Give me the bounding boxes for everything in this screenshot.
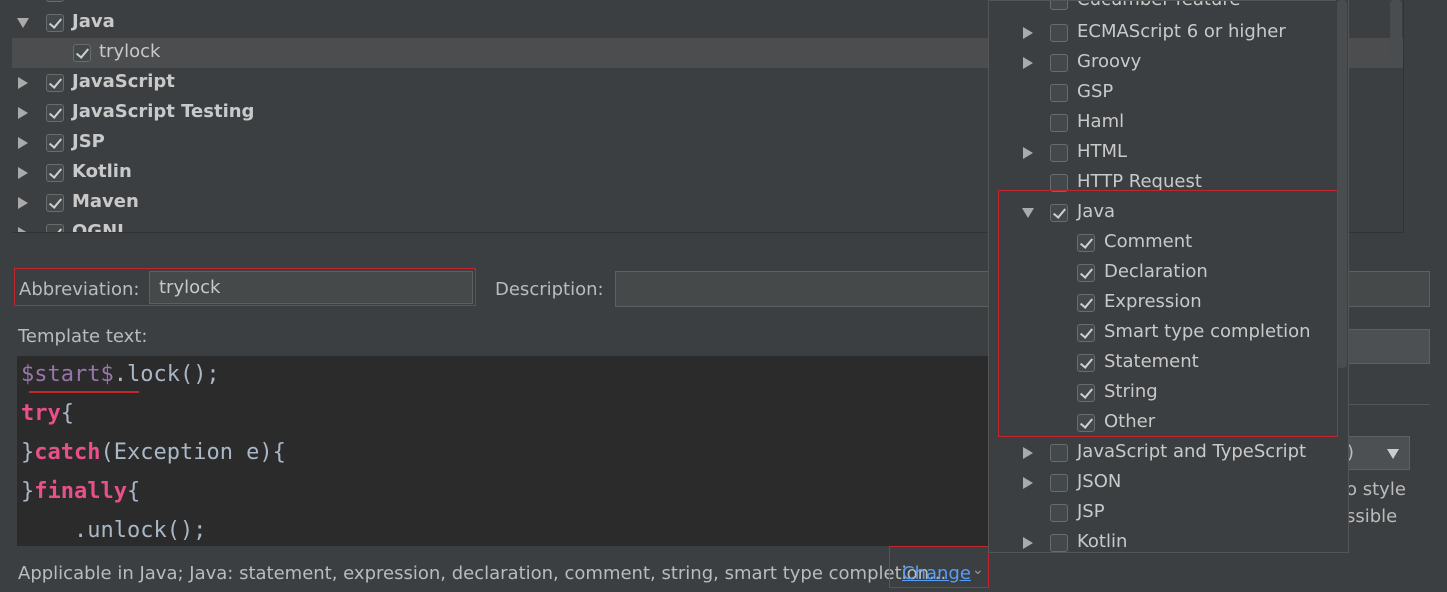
code-line: }catch(Exception e){ — [21, 440, 286, 465]
popup-scrollbar-thumb[interactable] — [1337, 0, 1347, 368]
edit-variables-button[interactable] — [1348, 329, 1430, 364]
expand-arrow-icon[interactable] — [1023, 477, 1033, 489]
abbreviation-input[interactable]: trylock — [149, 271, 473, 304]
context-item[interactable]: JavaScript and TypeScript — [989, 438, 1334, 468]
code-text: } — [21, 440, 35, 465]
context-item[interactable]: HTML — [989, 138, 1334, 168]
checkbox-icon[interactable] — [1050, 474, 1068, 492]
context-label: Cucumber feature — [1077, 1, 1240, 10]
checkbox-icon[interactable] — [1050, 504, 1068, 522]
template-text-editor[interactable]: $start$.lock(); try{ }catch(Exception e)… — [17, 356, 992, 546]
context-item[interactable]: Cucumber feature — [989, 1, 1334, 16]
code-line: .unlock(); — [21, 518, 206, 543]
tree-row-label: JSP — [72, 131, 105, 152]
abbreviation-label: Abbreviation: — [19, 279, 140, 300]
checkbox-icon[interactable] — [1050, 1, 1068, 10]
expand-arrow-icon[interactable] — [18, 197, 28, 209]
expand-arrow-icon[interactable] — [1023, 447, 1033, 459]
expand-arrow-icon[interactable] — [1023, 27, 1033, 39]
checkbox-icon[interactable] — [1050, 84, 1068, 102]
expand-arrow-icon[interactable] — [18, 137, 28, 149]
error-underline — [29, 391, 139, 393]
code-text: .unlock(); — [21, 518, 207, 543]
checkbox-icon[interactable] — [1050, 54, 1068, 72]
code-text: } — [21, 479, 35, 504]
code-line: }finally{ — [21, 479, 140, 504]
checkbox-icon[interactable] — [1050, 534, 1068, 552]
context-label: JSP — [1077, 501, 1105, 522]
code-line: try{ — [21, 401, 74, 426]
context-label: JavaScript and TypeScript — [1077, 441, 1307, 462]
context-item[interactable]: ECMAScript 6 or higher — [989, 18, 1334, 48]
code-keyword: try — [21, 401, 61, 426]
checkbox-icon[interactable] — [46, 224, 64, 232]
checkbox-icon[interactable] — [46, 0, 64, 2]
checkbox-icon[interactable] — [46, 14, 64, 32]
java-context-highlight — [998, 190, 1338, 437]
expand-arrow-icon[interactable] — [1023, 537, 1033, 549]
expand-arrow-icon[interactable] — [1023, 147, 1033, 159]
change-link[interactable]: Change — [902, 563, 971, 584]
context-item[interactable]: Haml — [989, 108, 1334, 138]
context-label: GSP — [1077, 81, 1114, 102]
chevron-down-icon: ⌄ — [972, 562, 984, 578]
options-divider — [1348, 404, 1430, 405]
tree-row-label: JavaScript Testing — [72, 101, 255, 122]
tree-row-label: Kotlin — [72, 161, 132, 182]
context-item[interactable]: JSON — [989, 468, 1334, 498]
context-item[interactable]: Groovy — [989, 48, 1334, 78]
description-label: Description: — [495, 279, 604, 300]
option-text: ssible — [1346, 506, 1398, 527]
expand-with-combo[interactable]: ) — [1340, 436, 1410, 470]
code-text: (Exception e){ — [100, 440, 286, 465]
applicable-contexts-text: Applicable in Java; Java: statement, exp… — [18, 563, 947, 584]
expand-arrow-icon[interactable] — [18, 77, 28, 89]
checkbox-icon[interactable] — [1050, 24, 1068, 42]
context-label: ECMAScript 6 or higher — [1077, 21, 1286, 42]
tree-row-label: JavaScript — [72, 71, 175, 92]
tree-scrollbar[interactable] — [1390, 0, 1447, 232]
checkbox-icon[interactable] — [46, 164, 64, 182]
context-item[interactable]: GSP — [989, 78, 1334, 108]
code-text: .lock(); — [113, 362, 220, 387]
tree-scrollbar-thumb[interactable] — [1390, 0, 1402, 62]
checkbox-icon[interactable] — [1050, 114, 1068, 132]
tree-row-label: trylock — [99, 41, 161, 62]
chevron-down-icon — [1387, 449, 1399, 459]
context-item[interactable]: JSP — [989, 498, 1334, 528]
checkbox-icon[interactable] — [1050, 144, 1068, 162]
code-text: { — [126, 479, 141, 504]
option-text: o style — [1346, 479, 1406, 500]
context-label: Groovy — [1077, 51, 1142, 72]
tree-row-label: OGNL — [72, 221, 129, 232]
code-keyword: finally — [34, 479, 127, 504]
code-line: $start$.lock(); — [21, 362, 220, 387]
checkbox-icon[interactable] — [46, 74, 64, 92]
context-label: HTTP Request — [1077, 171, 1202, 192]
code-variable: $start$ — [21, 362, 114, 387]
context-label: Haml — [1077, 111, 1125, 132]
collapse-arrow-icon[interactable] — [17, 18, 29, 28]
context-label: Kotlin — [1077, 531, 1128, 552]
code-keyword: catch — [34, 440, 101, 465]
checkbox-icon[interactable] — [1050, 444, 1068, 462]
expand-arrow-icon[interactable] — [18, 167, 28, 179]
checkbox-icon[interactable] — [46, 104, 64, 122]
checkbox-icon[interactable] — [46, 194, 64, 212]
code-text: { — [60, 401, 74, 426]
expand-arrow-icon[interactable] — [18, 107, 28, 119]
context-label: JSON — [1077, 471, 1122, 492]
context-label: HTML — [1077, 141, 1128, 162]
expand-arrow-icon[interactable] — [1023, 57, 1033, 69]
template-text-label: Template text: — [18, 326, 148, 347]
tree-row-label: Java — [72, 11, 115, 32]
checkbox-icon[interactable] — [46, 134, 64, 152]
abbreviation-value: trylock — [159, 277, 221, 298]
checkbox-icon[interactable] — [73, 44, 91, 62]
tree-row-label: Maven — [72, 191, 139, 212]
context-item[interactable]: Kotlin — [989, 528, 1334, 552]
